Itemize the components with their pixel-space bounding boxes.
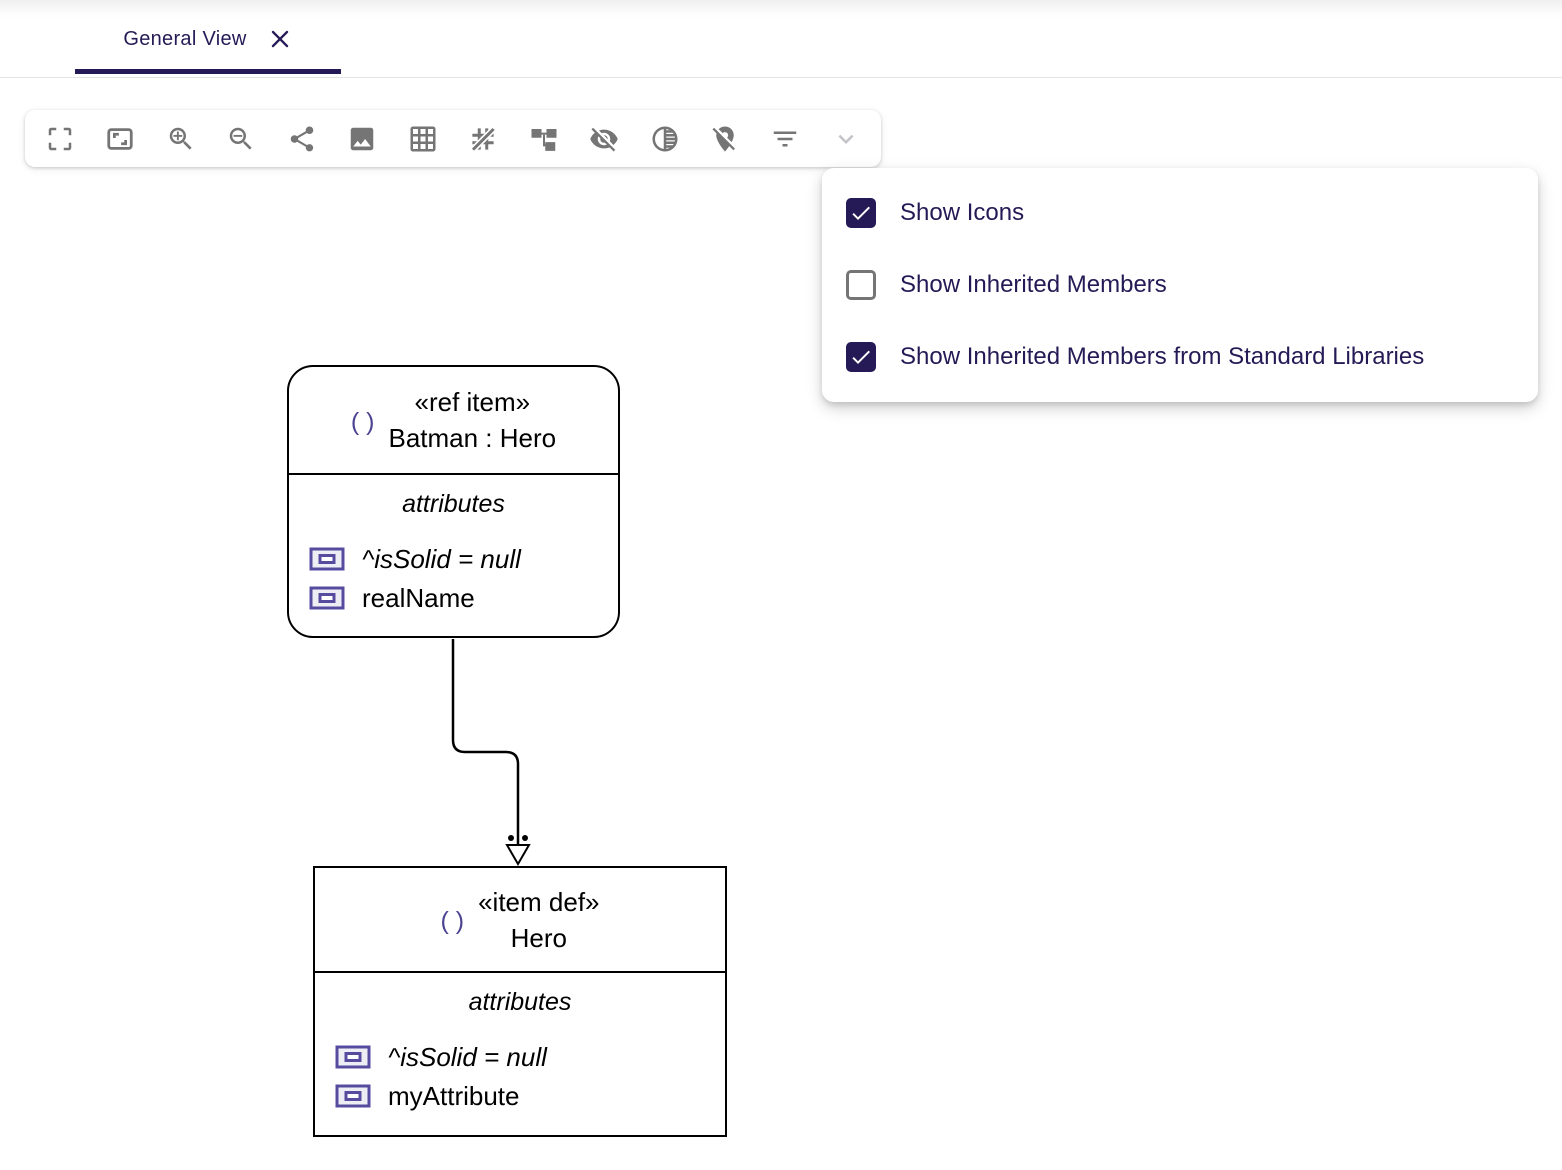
edge-batman-hero[interactable]	[451, 639, 531, 866]
zoom-out-icon	[230, 127, 252, 150]
node-hero-attributes-compartment: attributes ^isSolid = null myAttribute	[315, 988, 725, 1111]
node-name: Batman : Hero	[388, 423, 557, 453]
attribute-item[interactable]: realName	[309, 583, 618, 613]
filter-list-icon	[774, 131, 797, 146]
tab-close-button[interactable]	[267, 26, 293, 52]
attribute-label: ^isSolid = null	[362, 544, 521, 574]
node-batman-header[interactable]: ( ) «ref item» Batman : Hero	[289, 367, 618, 475]
attribute-icon	[309, 547, 345, 571]
node-title: «item def» Hero	[478, 884, 599, 956]
filter-button[interactable]	[763, 117, 807, 161]
zoom-out-button[interactable]	[219, 117, 263, 161]
reveal-hidden-elements-button[interactable]	[582, 117, 626, 161]
attribute-icon	[309, 586, 345, 610]
tab-bar: General View	[0, 0, 1562, 78]
node-name: Hero	[510, 922, 567, 953]
visibility-off-icon	[590, 127, 618, 151]
attribute-label: ^isSolid = null	[388, 1042, 547, 1072]
edge-dot	[522, 835, 528, 841]
unpin-elements-button[interactable]	[703, 117, 747, 161]
arrange-all-icon	[531, 128, 557, 151]
compartment-label: attributes	[468, 988, 572, 1016]
node-batman[interactable]: ( ) «ref item» Batman : Hero attributes …	[287, 365, 620, 638]
menu-item-show-icons[interactable]: Show Icons	[822, 177, 1538, 249]
reveal-faded-elements-button[interactable]	[643, 117, 687, 161]
fit-to-screen-button[interactable]	[98, 117, 142, 161]
zoom-in-icon	[169, 127, 192, 150]
attribute-icon	[335, 1045, 371, 1069]
arrange-all-button[interactable]	[522, 117, 566, 161]
grid-off-icon	[470, 126, 497, 152]
filter-dropdown-menu: Show Icons Show Inherited Members Show I…	[822, 168, 1538, 402]
attribute-label: realName	[362, 583, 475, 613]
checkmark-icon	[852, 206, 870, 220]
hollow-triangle-arrowhead-icon	[505, 844, 531, 866]
attribute-item[interactable]: myAttribute	[335, 1081, 725, 1111]
chevron-down-icon	[838, 134, 854, 144]
item-def-icon: ( )	[440, 907, 465, 935]
active-tab-indicator	[75, 69, 341, 74]
node-batman-attributes-compartment: attributes ^isSolid = null realName	[289, 490, 618, 613]
node-hero-header[interactable]: ( ) «item def» Hero	[315, 868, 725, 973]
menu-item-label: Show Inherited Members from Standard Lib…	[900, 343, 1425, 370]
compartment-label: attributes	[402, 490, 505, 518]
zoom-in-button[interactable]	[159, 117, 203, 161]
expand-more-button[interactable]	[824, 117, 868, 161]
edge-dot	[508, 835, 514, 841]
menu-item-show-inherited-members[interactable]: Show Inherited Members	[822, 249, 1538, 321]
attribute-icon	[335, 1084, 371, 1108]
menu-item-show-inherited-members-std-libs[interactable]: Show Inherited Members from Standard Lib…	[822, 321, 1538, 393]
export-image-button[interactable]	[340, 117, 384, 161]
item-usage-icon: ( )	[350, 407, 375, 436]
tab-label: General View	[123, 27, 247, 50]
fullscreen-icon	[48, 127, 72, 150]
checkmark-icon	[852, 350, 870, 364]
node-stereotype: «item def»	[478, 886, 600, 917]
fit-to-screen-icon	[107, 127, 134, 150]
attribute-label: myAttribute	[388, 1081, 520, 1111]
close-icon	[271, 30, 288, 48]
menu-item-label: Show Icons	[900, 199, 1025, 226]
edge-path[interactable]	[451, 639, 520, 844]
share-button[interactable]	[280, 117, 324, 161]
tonality-icon	[652, 126, 678, 151]
attribute-item[interactable]: ^isSolid = null	[309, 544, 618, 574]
show-inherited-members-checkbox[interactable]	[846, 270, 876, 300]
fullscreen-button[interactable]	[38, 117, 82, 161]
grid-on-button[interactable]	[401, 117, 445, 161]
node-stereotype: «ref item»	[414, 387, 531, 417]
pin-off-icon	[712, 126, 735, 151]
share-icon	[290, 126, 314, 151]
show-icons-checkbox[interactable]	[846, 198, 876, 228]
image-icon	[351, 127, 374, 150]
grid-on-icon	[410, 126, 436, 151]
menu-item-label: Show Inherited Members	[900, 271, 1167, 298]
attribute-item[interactable]: ^isSolid = null	[335, 1042, 725, 1072]
show-inherited-members-std-libs-checkbox[interactable]	[846, 342, 876, 372]
node-hero[interactable]: ( ) «item def» Hero attributes ^isSolid …	[313, 866, 727, 1137]
tab-general-view[interactable]: General View	[75, 0, 341, 78]
diagram-toolbar	[25, 110, 881, 167]
node-title: «ref item» Batman : Hero	[388, 384, 556, 456]
grid-off-button[interactable]	[461, 117, 505, 161]
